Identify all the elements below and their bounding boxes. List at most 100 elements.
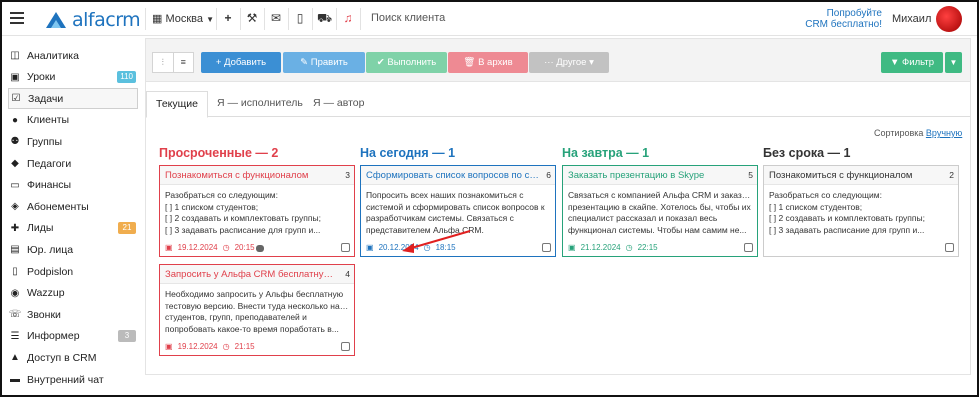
description-line: функционал системы. Чтобы нам самим не..…: [568, 224, 747, 235]
sidebar-item-label: Лиды: [27, 222, 54, 235]
divider: [288, 8, 289, 30]
tabs: Текущие Я — исполнитель Я — автор: [146, 91, 970, 118]
mail-icon[interactable]: ✉: [269, 11, 283, 25]
sidebar-item-4[interactable]: ⚉ Группы: [8, 131, 138, 152]
sort-value-link[interactable]: Вручную: [926, 128, 962, 138]
count-badge: 3: [118, 329, 136, 342]
briefcase-icon: ▤: [10, 244, 20, 256]
try-crm-link[interactable]: Попробуйте CRM бесплатно!: [802, 8, 882, 30]
main-content: ⫶ ≡ + Добавить ✎ Править ✔ Выполнить 🗑 В…: [145, 38, 971, 375]
tab-executor[interactable]: Я — исполнитель: [208, 91, 312, 118]
divider: [360, 8, 361, 30]
complete-checkbox[interactable]: [744, 243, 753, 252]
kanban-view-icon[interactable]: ⫶: [153, 53, 174, 72]
app-window: alfacrm ▦ Москва ▼ + ⚒ ✉ ▯ ⛟ ♫ Поиск кли…: [0, 0, 979, 397]
description-line: [ ] 2 создавать и комплектовать группы;: [769, 213, 925, 223]
task-card[interactable]: Познакомиться с функционалом 3 Разобраться…: [159, 165, 355, 257]
complete-checkbox[interactable]: [341, 342, 350, 351]
task-title[interactable]: Заказать презентацию в Skype: [563, 166, 757, 185]
tab-current[interactable]: Текущие: [146, 91, 208, 118]
sidebar-item-1[interactable]: ▣ Уроки 110: [8, 67, 138, 88]
avatar[interactable]: [936, 6, 962, 32]
menu-icon[interactable]: [10, 12, 24, 24]
user-name[interactable]: Михаил: [892, 13, 931, 25]
due-time: 21:15: [234, 342, 255, 351]
task-title[interactable]: Запросить у Альфа CRM бесплатную тесто..…: [160, 265, 354, 284]
column-title: Просроченные — 2: [159, 146, 279, 160]
sidebar-item-3[interactable]: ● Клиенты: [8, 110, 138, 131]
description-line: [ ] 3 задавать расписание для групп и...: [165, 224, 321, 235]
sidebar-item-label: Внутренний чат: [27, 373, 104, 386]
description-line: презентацию в скайпе. Хотелось бы, чтобы…: [568, 201, 751, 212]
task-description: Разобраться со следующим:[ ] 1 списком с…: [160, 185, 354, 236]
sidebar-item-10[interactable]: ▯ Podpislon: [8, 261, 138, 282]
description-line: [ ] 1 списком студентов;: [165, 201, 259, 212]
try-line1: Попробуйте: [826, 8, 882, 19]
wrench-icon[interactable]: ⚒: [245, 11, 259, 25]
sidebar-item-12[interactable]: ☏ Звонки: [8, 304, 138, 325]
caret-down-icon: ▼: [949, 58, 958, 67]
sidebar-item-9[interactable]: ▤ Юр. лица: [8, 239, 138, 260]
task-title[interactable]: Познакомиться с функционалом: [764, 166, 958, 185]
filter-button[interactable]: ▼ Фильтр: [881, 52, 943, 73]
sidebar: ◫ Аналитика ▣ Уроки 110 ☑ Задачи ● Клиенты ⚉ Групп…: [2, 37, 144, 395]
sidebar-item-label: Информер: [27, 330, 80, 343]
cart-icon[interactable]: ⛟: [317, 11, 332, 25]
clock-icon: ◷: [625, 243, 633, 252]
column-title: На сегодня — 1: [360, 146, 456, 160]
column-title: Без срока — 1: [763, 146, 851, 160]
other-button[interactable]: ··· Другое ▾: [529, 52, 609, 73]
archive-button[interactable]: 🗑 В архив: [448, 52, 528, 73]
sidebar-item-15[interactable]: ▬ Внутренний чат: [8, 369, 138, 390]
logo[interactable]: alfacrm: [44, 9, 141, 31]
task-id: 3: [345, 170, 350, 180]
count-badge: 110: [117, 70, 136, 83]
filter-dropdown-button[interactable]: ▼: [945, 52, 962, 73]
complete-checkbox[interactable]: [945, 243, 954, 252]
task-card[interactable]: Заказать презентацию в Skype 5 Связаться с…: [562, 165, 758, 257]
complete-checkbox[interactable]: [341, 243, 350, 252]
sort-label: Сортировка: [874, 128, 924, 138]
task-id: 4: [345, 269, 350, 279]
task-id: 5: [748, 170, 753, 180]
description-line: Необходимо запросить у Альфы бесплатную: [165, 289, 344, 299]
phone-icon[interactable]: ▯: [293, 11, 307, 25]
city-label: Москва: [165, 13, 204, 25]
sidebar-item-0[interactable]: ◫ Аналитика: [8, 45, 138, 66]
description-line: Связаться с компанией Альфа CRM и заказа…: [568, 190, 753, 200]
list-view-icon[interactable]: ≡: [174, 53, 194, 72]
sidebar-item-label: Wazzup: [27, 287, 65, 300]
divider: [216, 8, 217, 30]
city-selector[interactable]: ▦ Москва ▼: [152, 12, 214, 25]
tab-author[interactable]: Я — автор: [304, 91, 373, 118]
task-title[interactable]: Сформировать список вопросов по системе: [361, 166, 555, 185]
bell-icon[interactable]: ♫: [341, 11, 355, 25]
divider: [336, 8, 337, 30]
add-button[interactable]: + Добавить: [201, 52, 281, 73]
sidebar-item-14[interactable]: ▲ Доступ в CRM: [8, 347, 138, 368]
complete-checkbox[interactable]: [542, 243, 551, 252]
sidebar-item-11[interactable]: ◉ Wazzup: [8, 283, 138, 304]
task-due: ▣ 19.12.2024 ◷ 21:15: [165, 342, 255, 351]
sidebar-item-2[interactable]: ☑ Задачи: [8, 88, 138, 110]
complete-button[interactable]: ✔ Выполнить: [366, 52, 447, 73]
sidebar-item-7[interactable]: ◈ Абонементы: [8, 196, 138, 217]
divider: [145, 8, 146, 30]
edit-button[interactable]: ✎ Править: [283, 52, 365, 73]
task-card[interactable]: Познакомиться с функционалом 2 Разобраться…: [763, 165, 959, 257]
comment-icon[interactable]: [256, 245, 264, 252]
task-card[interactable]: Запросить у Альфа CRM бесплатную тесто..…: [159, 264, 355, 356]
sidebar-item-8[interactable]: ✚ Лиды 21: [8, 218, 138, 239]
due-date: 19.12.2024: [177, 243, 218, 252]
sidebar-item-label: Задачи: [28, 92, 64, 105]
task-title[interactable]: Познакомиться с функционалом: [160, 166, 354, 185]
search-input[interactable]: Поиск клиента: [371, 12, 445, 24]
plus-icon[interactable]: +: [221, 11, 235, 25]
sidebar-item-5[interactable]: ◆ Педагоги: [8, 153, 138, 174]
sidebar-item-6[interactable]: ▭ Финансы: [8, 175, 138, 196]
description-line: Разобраться со следующим:: [769, 190, 882, 200]
lock-icon: ▲: [10, 352, 20, 364]
teacher-icon: ◆: [11, 158, 19, 169]
description-line: [ ] 1 списком студентов;: [769, 201, 863, 212]
sidebar-item-13[interactable]: ☰ Информер 3: [8, 326, 138, 347]
